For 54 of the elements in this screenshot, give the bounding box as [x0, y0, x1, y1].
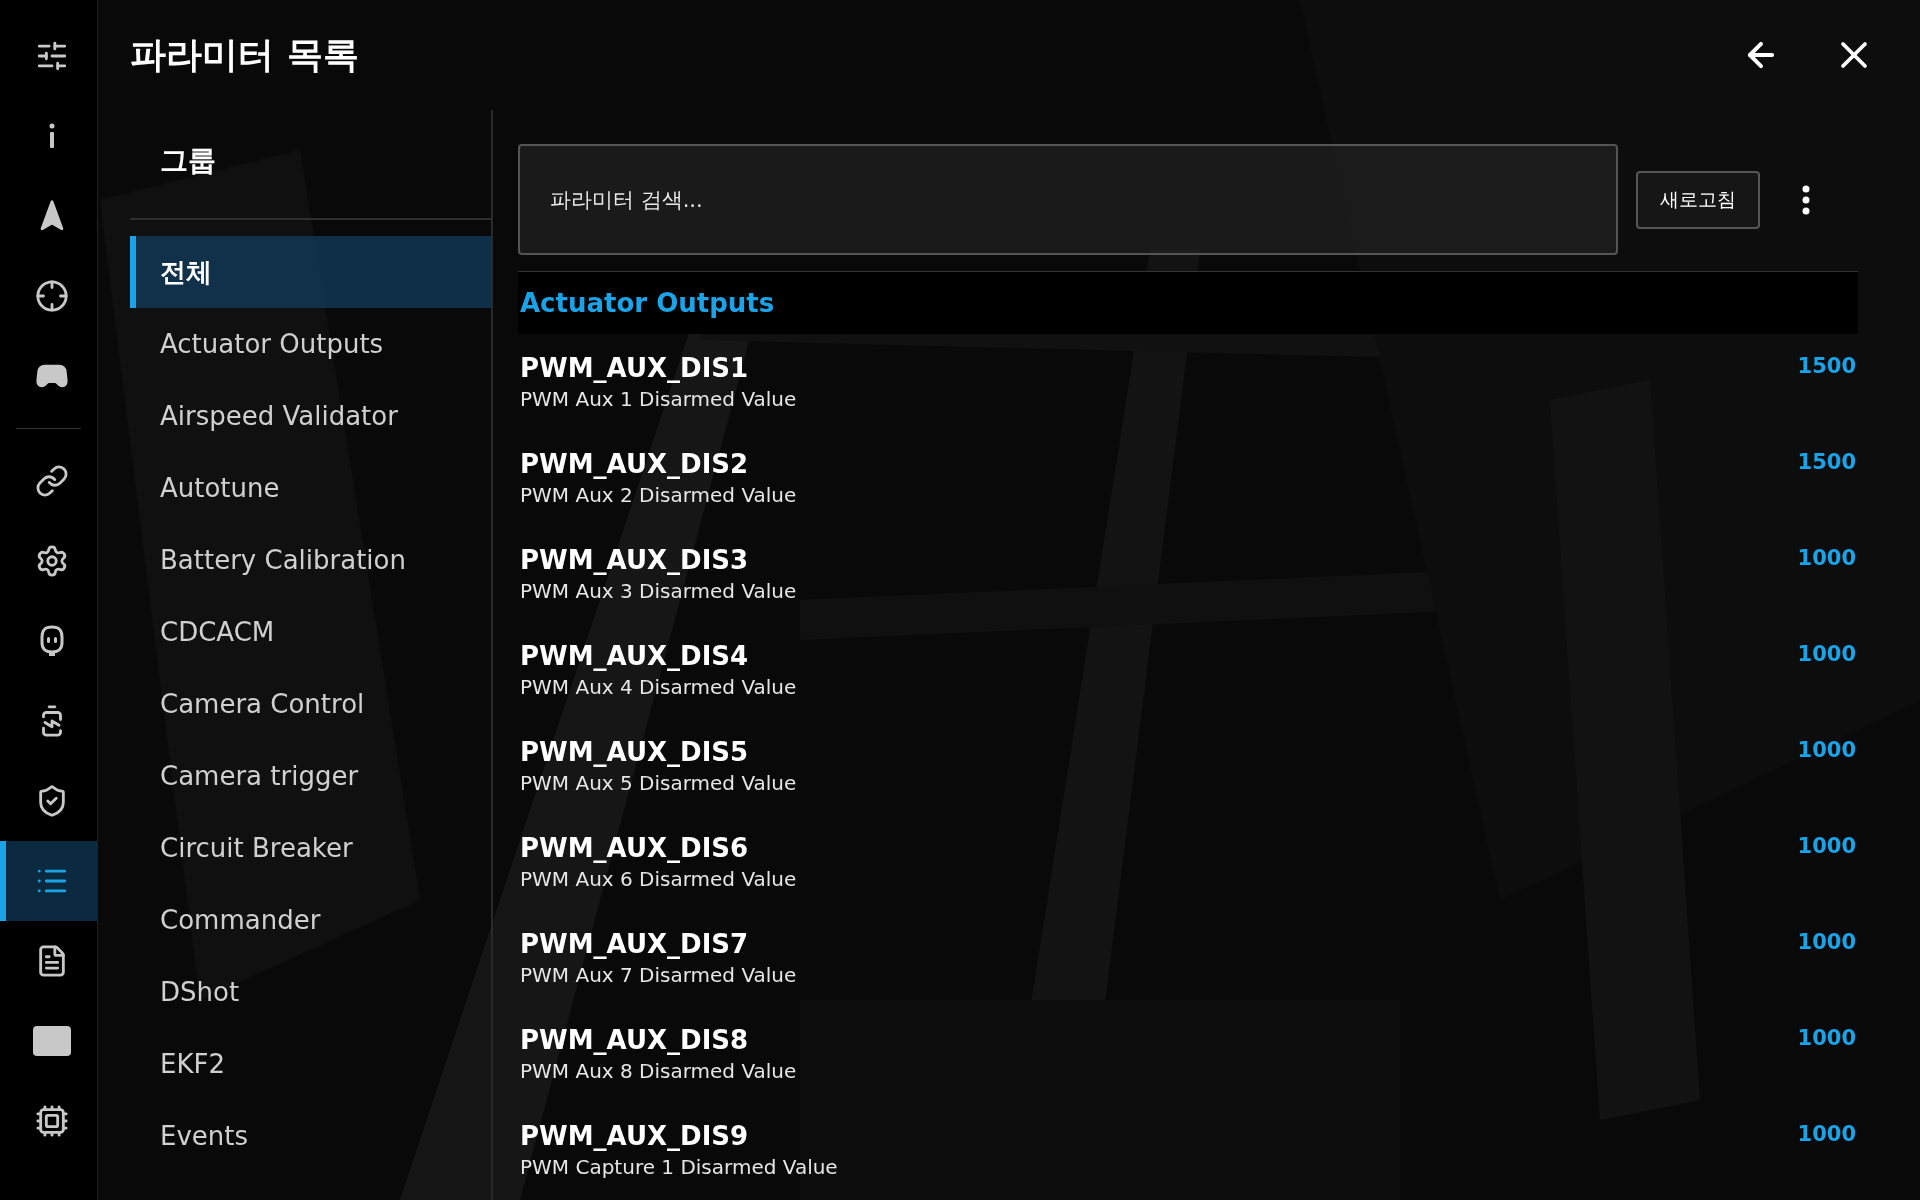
param-name[interactable]: PWM_AUX_DIS6 — [520, 833, 1798, 863]
param-value[interactable]: 1000 — [1797, 1102, 1856, 1146]
group-item[interactable]: Autotune — [130, 452, 491, 524]
link-icon — [34, 464, 69, 498]
param-value[interactable]: 1500 — [1797, 334, 1856, 378]
group-item[interactable]: Airspeed Validator — [130, 380, 491, 452]
param-name[interactable]: PWM_AUX_DIS4 — [520, 641, 1798, 671]
param-description: PWM Aux 3 Disarmed Value — [520, 579, 798, 603]
param-description: PWM Aux 7 Disarmed Value — [520, 963, 798, 987]
section-heading: Actuator Outputs — [518, 272, 1858, 334]
group-heading: 그룹 — [130, 110, 491, 220]
param-value[interactable]: 1500 — [1797, 430, 1856, 474]
robot-icon — [38, 625, 65, 657]
chip-icon — [34, 1104, 69, 1138]
param-name[interactable]: PWM_AUX_DIS3 — [520, 545, 1798, 575]
rectangle-icon — [32, 1026, 71, 1056]
param-name[interactable]: PWM_AUX_DIS2 — [520, 449, 1798, 479]
param-value[interactable]: 1000 — [1797, 910, 1856, 954]
group-item[interactable]: Commander — [130, 884, 491, 956]
param-description: PWM Aux 1 Disarmed Value — [520, 387, 798, 411]
search-field[interactable]: 파라미터 검색... — [518, 144, 1618, 255]
group-item[interactable]: Events — [130, 1100, 491, 1172]
group-item[interactable]: Circuit Breaker — [130, 812, 491, 884]
group-item[interactable]: CDCACM — [130, 596, 491, 668]
param-description: PWM Aux 6 Disarmed Value — [520, 867, 798, 891]
param-description: PWM Aux 5 Disarmed Value — [520, 771, 798, 795]
group-item[interactable]: DShot — [130, 956, 491, 1028]
group-item[interactable]: Battery Calibration — [130, 524, 491, 596]
more-button[interactable] — [1802, 184, 1810, 215]
param-description: PWM Aux 2 Disarmed Value — [520, 483, 798, 507]
panel-title: 파라미터 목록 — [130, 32, 360, 77]
param-description: PWM Aux 8 Disarmed Value — [520, 1059, 798, 1083]
param-value[interactable]: 1000 — [1797, 814, 1856, 858]
param-value[interactable]: 1000 — [1797, 1006, 1856, 1050]
param-description: PWM Capture 1 Disarmed Value — [520, 1155, 839, 1179]
group-item[interactable]: 전체 — [130, 236, 491, 308]
param-name[interactable]: PWM_AUX_DIS8 — [520, 1025, 1798, 1055]
param-name[interactable]: PWM_AUX_DIS7 — [520, 929, 1798, 959]
param-value[interactable]: 1000 — [1797, 526, 1856, 570]
param-name[interactable]: PWM_AUX_DIS5 — [520, 737, 1798, 767]
param-value[interactable]: 1000 — [1797, 622, 1856, 666]
rail-button[interactable] — [0, 841, 97, 921]
more-icon — [1802, 184, 1810, 215]
group-item[interactable]: Actuator Outputs — [130, 308, 491, 380]
param-value[interactable]: 1000 — [1797, 718, 1856, 762]
param-name[interactable]: PWM_AUX_DIS1 — [520, 353, 1798, 383]
group-item[interactable]: Camera Control — [130, 668, 491, 740]
refresh-button[interactable]: 새로고침 — [1636, 170, 1760, 229]
group-item[interactable]: EKF2 — [130, 1028, 491, 1100]
group-item[interactable]: Camera trigger — [130, 740, 491, 812]
info-icon — [47, 123, 56, 149]
crosshair-icon — [34, 279, 69, 313]
param-description: PWM Aux 4 Disarmed Value — [520, 675, 798, 699]
param-name[interactable]: PWM_AUX_DIS9 — [520, 1121, 1798, 1151]
